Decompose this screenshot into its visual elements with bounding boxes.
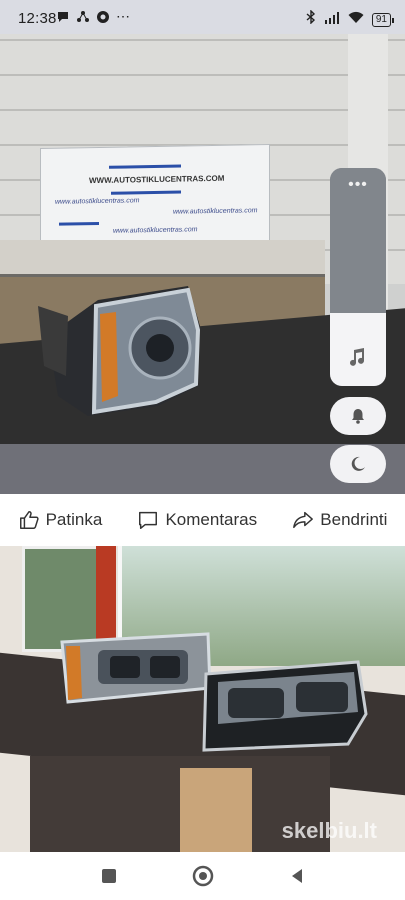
- watermark-text: skelbiu.lt: [281, 818, 377, 843]
- circle-icon: [192, 865, 213, 887]
- share-button[interactable]: Bendrinti: [292, 509, 387, 531]
- status-time: 12:38: [18, 10, 57, 27]
- network-notification-icon: [76, 10, 90, 24]
- battery-indicator: 91: [371, 12, 395, 27]
- moon-icon: [351, 456, 365, 471]
- bluetooth-icon: [306, 9, 316, 29]
- headlamp-image: [38, 286, 201, 416]
- headlamp-right-image: [202, 660, 368, 752]
- share-label: Bendrinti: [320, 510, 388, 529]
- banner-small-text: www.autostiklucentras.com: [173, 207, 258, 216]
- volume-panel[interactable]: •••: [330, 168, 386, 386]
- banner-main-text: WWW.AUTOSTIKLUCENTRAS.COM: [89, 173, 225, 186]
- status-bar: 12:38 ⋯ 91: [0, 0, 405, 34]
- cardboard-box: [180, 768, 252, 852]
- ring-mode-button[interactable]: [330, 397, 386, 435]
- banner-small-text: www.autostiklucentras.com: [113, 226, 198, 235]
- bell-icon: [352, 409, 364, 424]
- back-button[interactable]: [285, 864, 309, 888]
- share-icon: [293, 511, 314, 529]
- headlamp-left-image: [60, 632, 212, 704]
- comment-icon: [139, 511, 158, 529]
- triangle-back-icon: [291, 869, 302, 883]
- thumbs-up-icon: [19, 511, 39, 529]
- more-notifications-icon: ⋯: [116, 8, 130, 24]
- wifi-icon: [348, 11, 364, 29]
- like-label: Patinka: [45, 510, 103, 529]
- like-button[interactable]: Patinka: [18, 509, 103, 531]
- music-note-icon: [350, 348, 364, 366]
- post-actions-bar: Patinka Komentaras Bendrinti: [0, 496, 405, 544]
- volume-more-button[interactable]: •••: [330, 176, 386, 194]
- banner-stripe: [109, 164, 181, 169]
- navigation-bar: [0, 852, 405, 900]
- status-right: 91: [306, 9, 395, 29]
- home-button[interactable]: [191, 864, 215, 888]
- banner-stripe: [111, 190, 181, 195]
- app-notification-icon: [96, 10, 110, 24]
- comment-label: Komentaras: [165, 510, 258, 529]
- notification-icons: ⋯: [56, 8, 130, 24]
- dark-mode-button[interactable]: [330, 445, 386, 483]
- square-icon: [101, 869, 116, 883]
- banner-stripe: [59, 221, 99, 226]
- comment-button[interactable]: Komentaras: [137, 509, 257, 531]
- signal-icon: [324, 11, 340, 29]
- banner-small-text: www.autostiklucentras.com: [55, 197, 140, 206]
- chat-notification-icon: [56, 10, 70, 24]
- recents-button[interactable]: [97, 864, 121, 888]
- post-photo-2[interactable]: skelbiu.lt: [0, 546, 405, 852]
